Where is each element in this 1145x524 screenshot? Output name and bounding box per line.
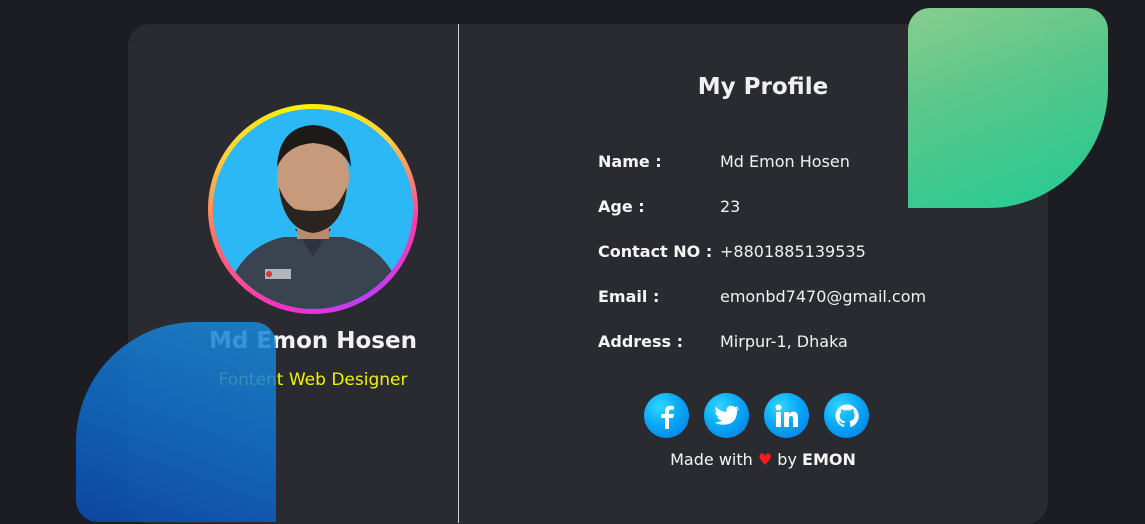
profile-photo: [213, 109, 413, 309]
info-value: 23: [720, 197, 741, 216]
facebook-icon: [660, 405, 674, 429]
footer-credit: Made with ♥ by EMON: [590, 450, 936, 469]
profile-title: My Profile: [697, 74, 829, 100]
github-icon: [835, 404, 859, 427]
facebook-link[interactable]: [644, 393, 689, 438]
info-label: Address :: [598, 332, 684, 351]
footer-author: EMON: [802, 450, 856, 469]
twitter-icon: [714, 405, 739, 425]
info-label: Name :: [598, 152, 662, 171]
info-value: Md Emon Hosen: [720, 152, 850, 171]
github-link[interactable]: [824, 393, 869, 438]
decorative-green-blob: [908, 8, 1108, 208]
info-label: Contact NO :: [598, 242, 713, 261]
linkedin-icon: [775, 404, 798, 427]
heart-icon: ♥: [757, 450, 773, 469]
info-label: Age :: [598, 197, 645, 216]
info-value: emonbd7470@gmail.com: [720, 287, 927, 306]
linkedin-link[interactable]: [764, 393, 809, 438]
footer-made-with: Made with: [670, 450, 753, 469]
panel-divider: [458, 24, 459, 523]
twitter-link[interactable]: [704, 393, 749, 438]
decorative-blue-blob: [76, 322, 276, 522]
info-value: Mirpur-1, Dhaka: [720, 332, 848, 351]
info-value: +8801885139535: [720, 242, 866, 261]
avatar-ring: [208, 104, 418, 314]
avatar: [213, 109, 413, 309]
info-label: Email :: [598, 287, 660, 306]
footer-by: by: [777, 450, 797, 469]
